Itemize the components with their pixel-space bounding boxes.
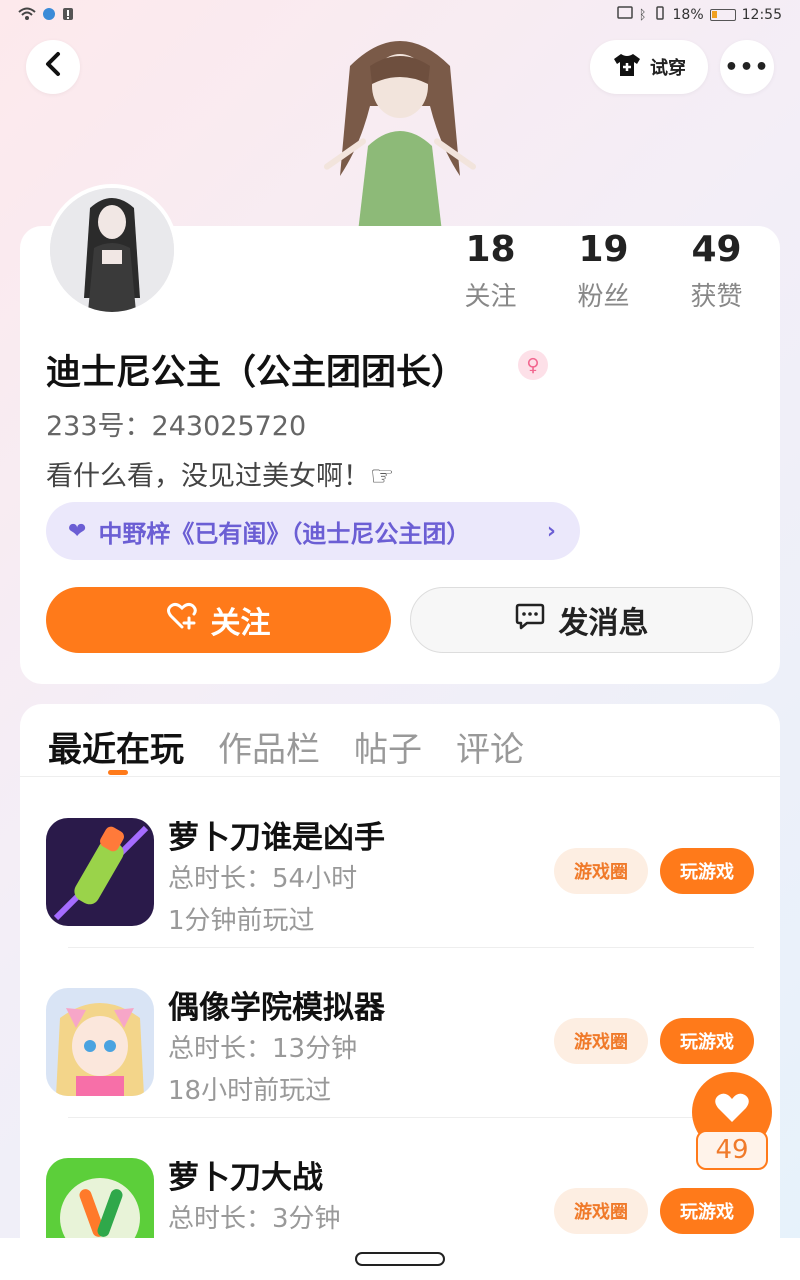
stat-likes[interactable]: 49 获赞 [660,228,773,313]
follow-label: 关注 [210,606,271,641]
profile-tabs: 最近在玩 作品栏 帖子 评论 [48,722,524,771]
tab-comments[interactable]: 评论 [456,722,524,771]
following-label: 关注 [464,282,517,312]
game-duration: 总时长：54小时 [168,864,358,894]
wifi-icon [18,7,36,25]
more-button[interactable]: ••• [720,40,774,94]
group-badge[interactable]: ❤ 中野梓《已有闺》（迪士尼公主团） › [46,502,580,560]
game-title: 萝卜刀谁是凶手 [168,820,385,856]
followers-count: 19 [578,229,629,270]
chevron-right-icon: › [546,518,556,544]
status-right: ᛒ 18% 12:55 [616,6,782,24]
cast-icon [616,6,633,24]
play-game-button[interactable]: 玩游戏 [660,848,754,894]
tab-works[interactable]: 作品栏 [218,722,320,771]
heart-plus-icon [166,602,197,638]
game-icon[interactable] [46,818,154,926]
group-label: 中野梓《已有闺》（迪士尼公主团） [98,519,471,548]
following-count: 18 [465,229,516,270]
followers-label: 粉丝 [577,282,630,312]
avatar-character-image [310,26,490,232]
try-on-label: 试穿 [650,58,686,79]
play-game-button[interactable]: 玩游戏 [660,1188,754,1234]
game-circle-button[interactable]: 游戏圈 [554,1188,648,1234]
tab-posts[interactable]: 帖子 [354,722,422,771]
back-button[interactable] [26,40,80,94]
status-left [18,7,74,25]
message-label: 发消息 [558,606,649,641]
tab-divider [20,776,780,777]
likes-label: 获赞 [690,282,743,312]
game-last-played: 18小时前玩过 [168,1076,332,1106]
vibrate-icon [653,6,667,24]
active-tab-indicator [108,770,128,775]
app-notification-icon [42,7,56,25]
home-indicator[interactable] [355,1252,445,1266]
game-row[interactable]: 萝卜刀谁是凶手 总时长：54小时 1分钟前玩过 游戏圈 玩游戏 [20,778,780,948]
message-button[interactable]: 发消息 [410,587,753,653]
heart-icon: ❤ [68,518,87,544]
alert-icon [62,7,74,25]
game-last-played: 1分钟前玩过 [168,906,315,936]
battery-percent: 18% [672,7,704,23]
nickname: 迪士尼公主（公主团团长） [46,353,467,393]
bio: 看什么看，没见过美女啊！☞ [46,461,395,492]
game-icon[interactable] [46,988,154,1096]
game-row[interactable]: 偶像学院模拟器 总时长：13分钟 18小时前玩过 游戏圈 玩游戏 [20,948,780,1118]
game-title: 偶像学院模拟器 [168,990,385,1026]
stat-following[interactable]: 18 关注 [434,228,547,313]
battery-icon [709,9,736,21]
game-circle-button[interactable]: 游戏圈 [554,1018,648,1064]
tab-recently-played[interactable]: 最近在玩 [48,722,184,771]
likes-count: 49 [691,229,742,270]
back-arrow-icon [43,50,63,85]
game-row[interactable]: 萝卜刀大战 总时长：3分钟 游戏圈 玩游戏 [20,1118,780,1266]
game-circle-button[interactable]: 游戏圈 [554,848,648,894]
clock: 12:55 [741,7,782,23]
follow-button[interactable]: 关注 [46,587,391,653]
tshirt-plus-icon [612,52,642,83]
like-count-badge: 49 [696,1130,768,1170]
profile-avatar[interactable] [46,184,178,316]
heart-icon [714,1092,750,1133]
user-id: 233号：243025720 [46,411,307,442]
stat-followers[interactable]: 19 粉丝 [547,228,660,313]
try-on-button[interactable]: 试穿 [590,40,708,94]
game-duration: 总时长：13分钟 [168,1034,358,1064]
female-icon: ♀ [518,350,548,380]
bluetooth-icon: ᛒ [638,7,647,23]
system-nav-bar [0,1238,800,1280]
more-dots-icon: ••• [724,54,770,80]
play-game-button[interactable]: 玩游戏 [660,1018,754,1064]
profile-stats: 18 关注 19 粉丝 49 获赞 [434,228,774,313]
game-duration: 总时长：3分钟 [168,1204,341,1234]
game-title: 萝卜刀大战 [168,1160,323,1196]
chat-bubble-icon [515,602,545,638]
